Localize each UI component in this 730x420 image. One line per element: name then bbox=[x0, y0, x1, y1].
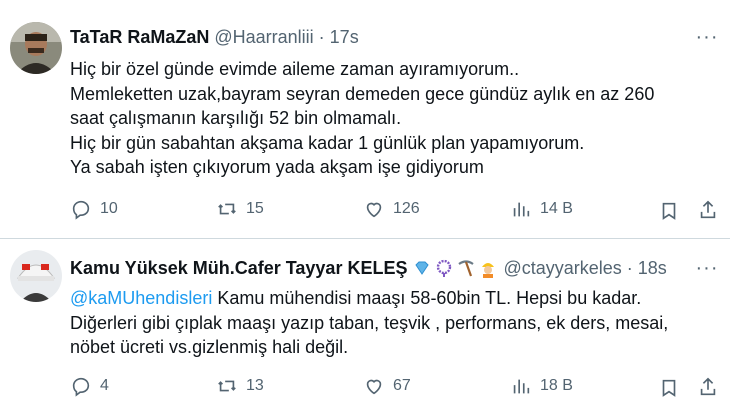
view-count: 18 B bbox=[540, 377, 573, 394]
tweet-line-text: Kamu mühendisi maaşı 58-60bin TL. Hepsi … bbox=[212, 288, 642, 308]
views-button[interactable]: 14 B bbox=[510, 198, 573, 220]
reply-button[interactable]: 4 bbox=[70, 375, 109, 397]
author-handle[interactable]: @Haarranliii bbox=[214, 27, 313, 48]
tweet-card[interactable]: TaTaR RaMaZaN @Haarranliii · 17s ··· Hiç… bbox=[0, 0, 730, 239]
reply-count: 4 bbox=[100, 377, 109, 394]
more-options-icon[interactable]: ··· bbox=[694, 26, 720, 48]
reply-icon bbox=[72, 200, 90, 220]
views-chart-icon bbox=[513, 379, 530, 394]
separator-dot: · bbox=[626, 257, 633, 278]
bookmark-icon[interactable] bbox=[658, 200, 680, 227]
tweet-text: Hiç bir özel günde evimde aileme zaman a… bbox=[70, 57, 654, 180]
like-count: 126 bbox=[393, 200, 420, 217]
gem-icon bbox=[415, 261, 430, 275]
tweet-line: @kaMUhendisleri Kamu mühendisi maaşı 58-… bbox=[70, 286, 668, 311]
tweet-card[interactable]: Kamu Yüksek Müh.Cafer Tayyar KELEŞ @ctay… bbox=[0, 239, 730, 420]
tweet-line: Ya sabah işten çıkıyorum yada akşam işe … bbox=[70, 157, 484, 177]
tweet-line: nöbet ücreti vs.gizlenmiş hali değil. bbox=[70, 337, 349, 357]
tweet-text: @kaMUhendisleri Kamu mühendisi maaşı 58-… bbox=[70, 286, 668, 360]
like-button[interactable]: 126 bbox=[363, 198, 420, 220]
retweet-count: 13 bbox=[246, 377, 264, 394]
author-handle[interactable]: @ctayyarkeles bbox=[503, 258, 621, 279]
avatar[interactable] bbox=[10, 250, 62, 302]
tweet-header: TaTaR RaMaZaN @Haarranliii · 17s bbox=[70, 25, 359, 49]
bookmark-icon[interactable] bbox=[658, 377, 680, 404]
view-count: 14 B bbox=[540, 200, 573, 217]
badge-emojis bbox=[410, 258, 498, 278]
retweet-icon bbox=[218, 203, 236, 215]
timestamp[interactable]: 17s bbox=[330, 27, 359, 48]
retweet-button[interactable]: 13 bbox=[216, 375, 264, 397]
author-name[interactable]: TaTaR RaMaZaN bbox=[70, 27, 209, 48]
retweet-count: 15 bbox=[246, 200, 264, 217]
views-button[interactable]: 18 B bbox=[510, 375, 573, 397]
tweet-header: Kamu Yüksek Müh.Cafer Tayyar KELEŞ @ctay… bbox=[70, 256, 667, 280]
reply-button[interactable]: 10 bbox=[70, 198, 118, 220]
tweet-line: saat çalışmanın karşılığı 52 bin olmamal… bbox=[70, 108, 402, 128]
share-icon[interactable] bbox=[697, 376, 719, 403]
mention-link[interactable]: @kaMUhendisleri bbox=[70, 288, 212, 308]
pickaxe-icon bbox=[458, 260, 475, 277]
tweet-line: Hiç bir gün sabahtan akşama kadar 1 günl… bbox=[70, 132, 585, 153]
avatar[interactable] bbox=[10, 22, 62, 74]
retweet-button[interactable]: 15 bbox=[216, 198, 264, 220]
views-chart-icon bbox=[513, 202, 530, 217]
reply-count: 10 bbox=[100, 200, 118, 217]
separator-dot: · bbox=[318, 26, 325, 47]
tweet-line: Diğerleri gibi çıplak maaşı yazıp taban,… bbox=[70, 312, 669, 333]
heart-icon bbox=[366, 379, 382, 395]
more-options-icon[interactable]: ··· bbox=[694, 257, 720, 279]
tweet-line: Memleketten uzak,bayram seyran demeden g… bbox=[70, 83, 655, 104]
tweet-line: Hiç bir özel günde evimde aileme zaman a… bbox=[70, 59, 520, 79]
timestamp[interactable]: 18s bbox=[638, 258, 667, 279]
share-icon[interactable] bbox=[697, 199, 719, 226]
author-name[interactable]: Kamu Yüksek Müh.Cafer Tayyar KELEŞ bbox=[70, 258, 407, 279]
like-button[interactable]: 67 bbox=[363, 375, 411, 397]
heart-icon bbox=[366, 202, 382, 218]
construction-worker-icon bbox=[482, 263, 495, 278]
like-count: 67 bbox=[393, 377, 411, 394]
reply-icon bbox=[72, 377, 90, 397]
prayer-beads-icon bbox=[437, 259, 452, 277]
retweet-icon bbox=[218, 380, 236, 392]
